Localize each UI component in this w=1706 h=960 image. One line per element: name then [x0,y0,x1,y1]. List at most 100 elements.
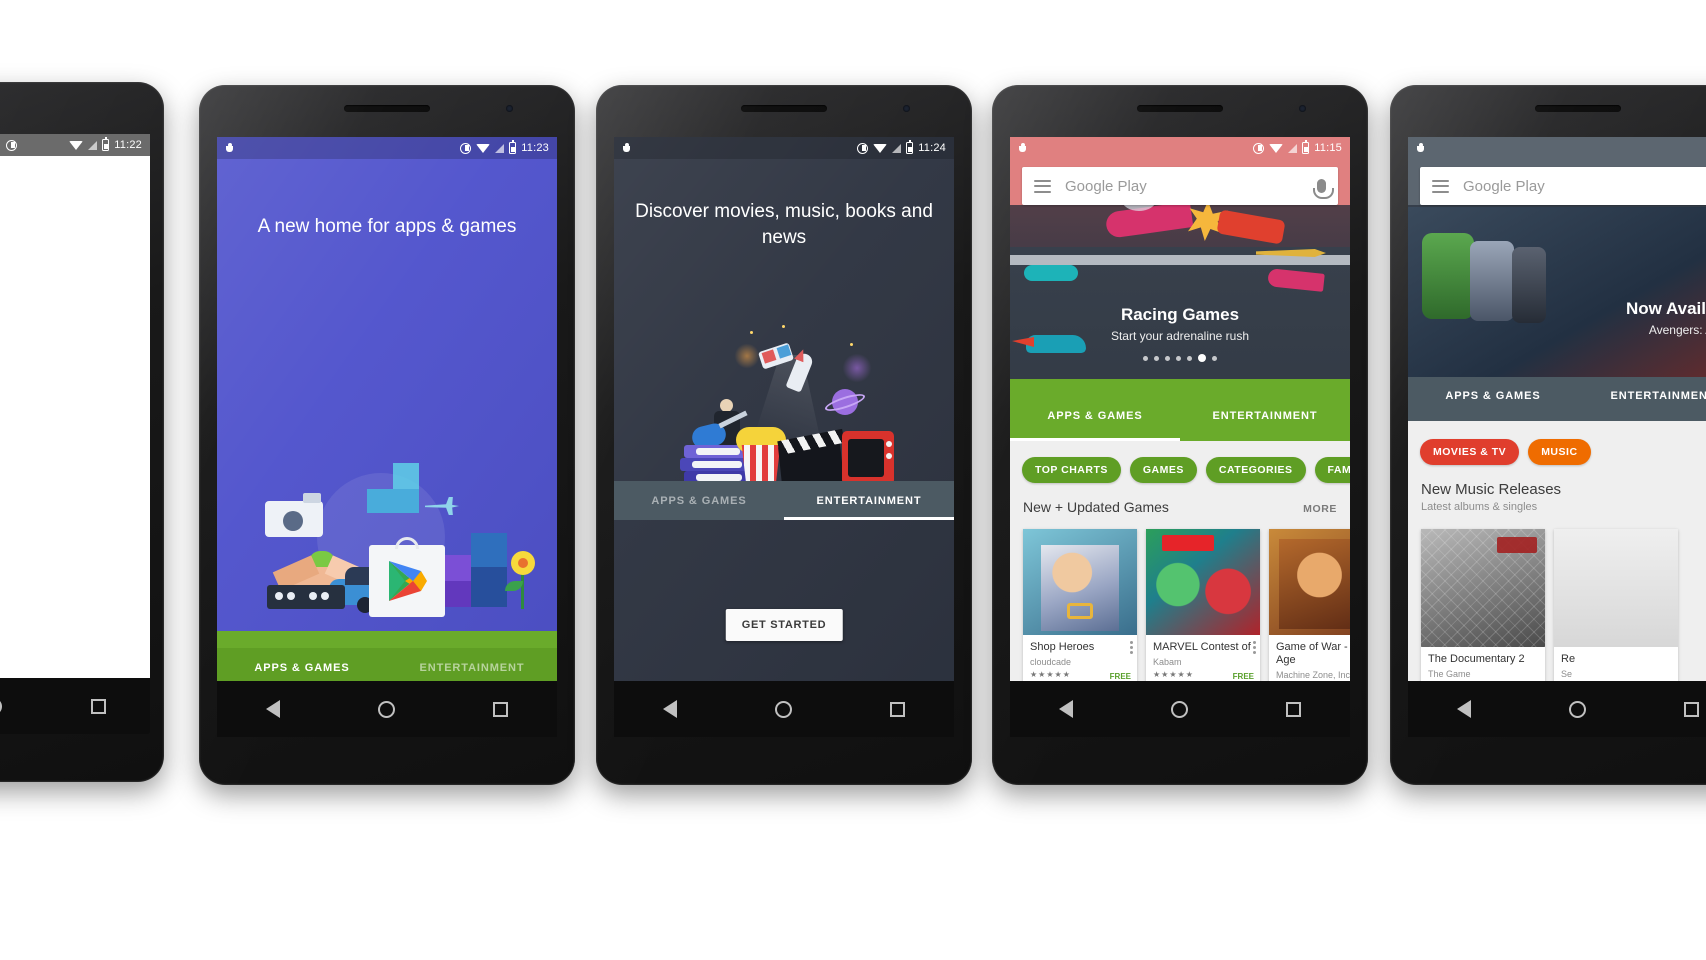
status-right: 11:23 [460,140,549,154]
nav-recents-icon[interactable] [1286,701,1301,717]
nav-home-icon[interactable] [775,700,792,718]
wifi-icon [476,143,491,153]
app-card-row[interactable]: Shop Heroes cloudcade ★ ★ ★ ★ ★ FREE MAR… [1023,529,1350,684]
status-bar: 11:15 [1010,137,1350,159]
status-right: 11:15 [1253,140,1342,154]
tab-apps-and-games[interactable]: APPS & GAMES [614,481,784,520]
overflow-menu-icon[interactable] [1130,641,1133,654]
app-price: FREE [1232,672,1254,681]
album-card[interactable]: Re Se [1554,529,1678,683]
star-icon: ★ [1185,670,1193,679]
album-meta: The Documentary 2 The Game [1421,647,1545,683]
chip-music[interactable]: MUSIC [1528,439,1591,465]
hamburger-menu-icon[interactable] [1034,179,1051,193]
hero-title: Racing Games [1120,305,1240,324]
overflow-menu-icon[interactable] [1253,641,1256,654]
marvel-logo [1162,535,1214,551]
front-camera [903,105,910,112]
app-card[interactable]: Shop Heroes cloudcade ★ ★ ★ ★ ★ FREE [1023,529,1137,684]
tab-active-underline [784,517,954,520]
status-bar [1408,137,1706,159]
android-nav-bar[interactable] [1408,681,1706,737]
carousel-dot[interactable] [1165,355,1170,361]
section-title: New Music Releases [1421,481,1562,498]
nav-back-icon[interactable] [266,700,280,718]
vibrate-icon [6,139,17,151]
nav-recents-icon[interactable] [90,698,106,714]
nav-recents-icon[interactable] [1684,701,1699,717]
app-card[interactable]: Game of War - Fire Age Machine Zone, Inc [1269,529,1350,684]
app-card[interactable]: MARVEL Contest of Kabam ★ ★ ★ ★ ★ FREE [1146,529,1260,684]
app-meta: Game of War - Fire Age Machine Zone, Inc [1269,635,1350,684]
nav-home-icon[interactable] [1171,700,1188,718]
nav-back-icon[interactable] [663,700,677,718]
nav-back-icon[interactable] [1059,700,1073,718]
category-chip-row[interactable]: TOP CHARTS GAMES CATEGORIES FAMILY [1010,455,1350,485]
carousel-dot-active[interactable] [1198,353,1206,362]
tab-apps-and-games[interactable]: APPS & GAMES [1010,397,1180,441]
category-chip-row[interactable]: MOVIES & TV MUSIC [1408,437,1706,467]
nav-recents-icon[interactable] [890,701,905,717]
signal-icon [1288,143,1298,153]
tab-entertainment[interactable]: ENTERTAINMENT [784,481,954,520]
status-bar: 11:22 [0,134,150,156]
app-developer: Machine Zone, Inc [1276,670,1350,680]
chip-family[interactable]: FAMILY [1314,457,1350,483]
nav-home-icon[interactable] [378,700,395,718]
chip-games[interactable]: GAMES [1129,457,1197,483]
store-tab-bar[interactable]: APPS & GAMES ENTERTAINMENT [1408,377,1706,421]
tab-label: APPS & GAMES [254,662,350,674]
album-artist: The Game [1428,669,1471,679]
hero-banner[interactable]: 11:15 Google Play Racing Games Start you… [1010,137,1350,397]
android-nav-bar[interactable] [614,681,954,737]
block-purple-2 [445,581,471,607]
star-icon: ★ [1161,670,1169,679]
train-window-4 [321,592,329,600]
app-artwork [1146,529,1260,635]
tab-entertainment[interactable]: ENTERTAINMENT [1578,377,1706,421]
android-nav-bar[interactable] [217,681,557,737]
nav-back-icon[interactable] [1457,700,1471,718]
tv-screen [848,439,884,477]
hero-banner[interactable]: Google Play Now Available Avengers: Age … [1408,137,1706,377]
onboarding-title: Discover movies, music, books and news [635,201,933,248]
android-nav-bar[interactable] [1010,681,1350,737]
search-input[interactable]: Google Play [1463,178,1706,195]
get-started-button[interactable]: GET STARTED [725,609,843,641]
block-blue-2 [471,567,507,607]
carousel-dot[interactable] [1176,355,1181,361]
flower-stem [521,569,524,609]
section-more-link[interactable]: MORE [1303,503,1337,515]
nav-recents-icon[interactable] [493,701,508,717]
play-logo-icon [389,561,427,601]
media-card-row[interactable]: The Documentary 2 The Game Re Se [1421,529,1678,683]
onboarding-tab-bar[interactable]: APPS & GAMES ENTERTAINMENT [614,481,954,520]
nav-home-icon[interactable] [0,697,2,715]
carousel-dot[interactable] [1212,355,1217,361]
nav-home-icon[interactable] [1569,700,1586,718]
carousel-dot[interactable] [1154,355,1159,361]
vibrate-icon [460,142,472,154]
phone-2-onboarding-apps: 11:23 A new home for apps & games APPS &… [199,85,575,785]
search-bar[interactable]: Google Play [1022,167,1338,205]
chip-top-charts[interactable]: TOP CHARTS [1022,457,1121,483]
search-input[interactable]: Google Play [1065,178,1317,195]
album-card[interactable]: The Documentary 2 The Game [1421,529,1545,683]
carousel-dots[interactable] [1010,353,1350,362]
carousel-dot[interactable] [1187,355,1192,361]
search-bar[interactable]: Google Play [1420,167,1706,205]
status-time: 11:23 [521,142,549,154]
carousel-dot[interactable] [1143,355,1148,361]
hamburger-menu-icon[interactable] [1432,179,1449,193]
chip-categories[interactable]: CATEGORIES [1205,457,1306,483]
train-window-3 [309,592,317,600]
tab-apps-and-games[interactable]: APPS & GAMES [1408,377,1578,421]
section-title: New + Updated Games [1023,499,1169,515]
tab-entertainment[interactable]: ENTERTAINMENT [1180,397,1350,441]
store-tab-bar[interactable]: APPS & GAMES ENTERTAINMENT [1010,397,1350,441]
app-name: Game of War - Fire Age [1276,641,1350,666]
screenshot-stage: 11:22 e Play [0,0,1706,960]
android-nav-bar[interactable] [0,678,150,734]
chip-movies-and-tv[interactable]: MOVIES & TV [1420,439,1520,465]
microphone-icon[interactable] [1313,179,1334,199]
